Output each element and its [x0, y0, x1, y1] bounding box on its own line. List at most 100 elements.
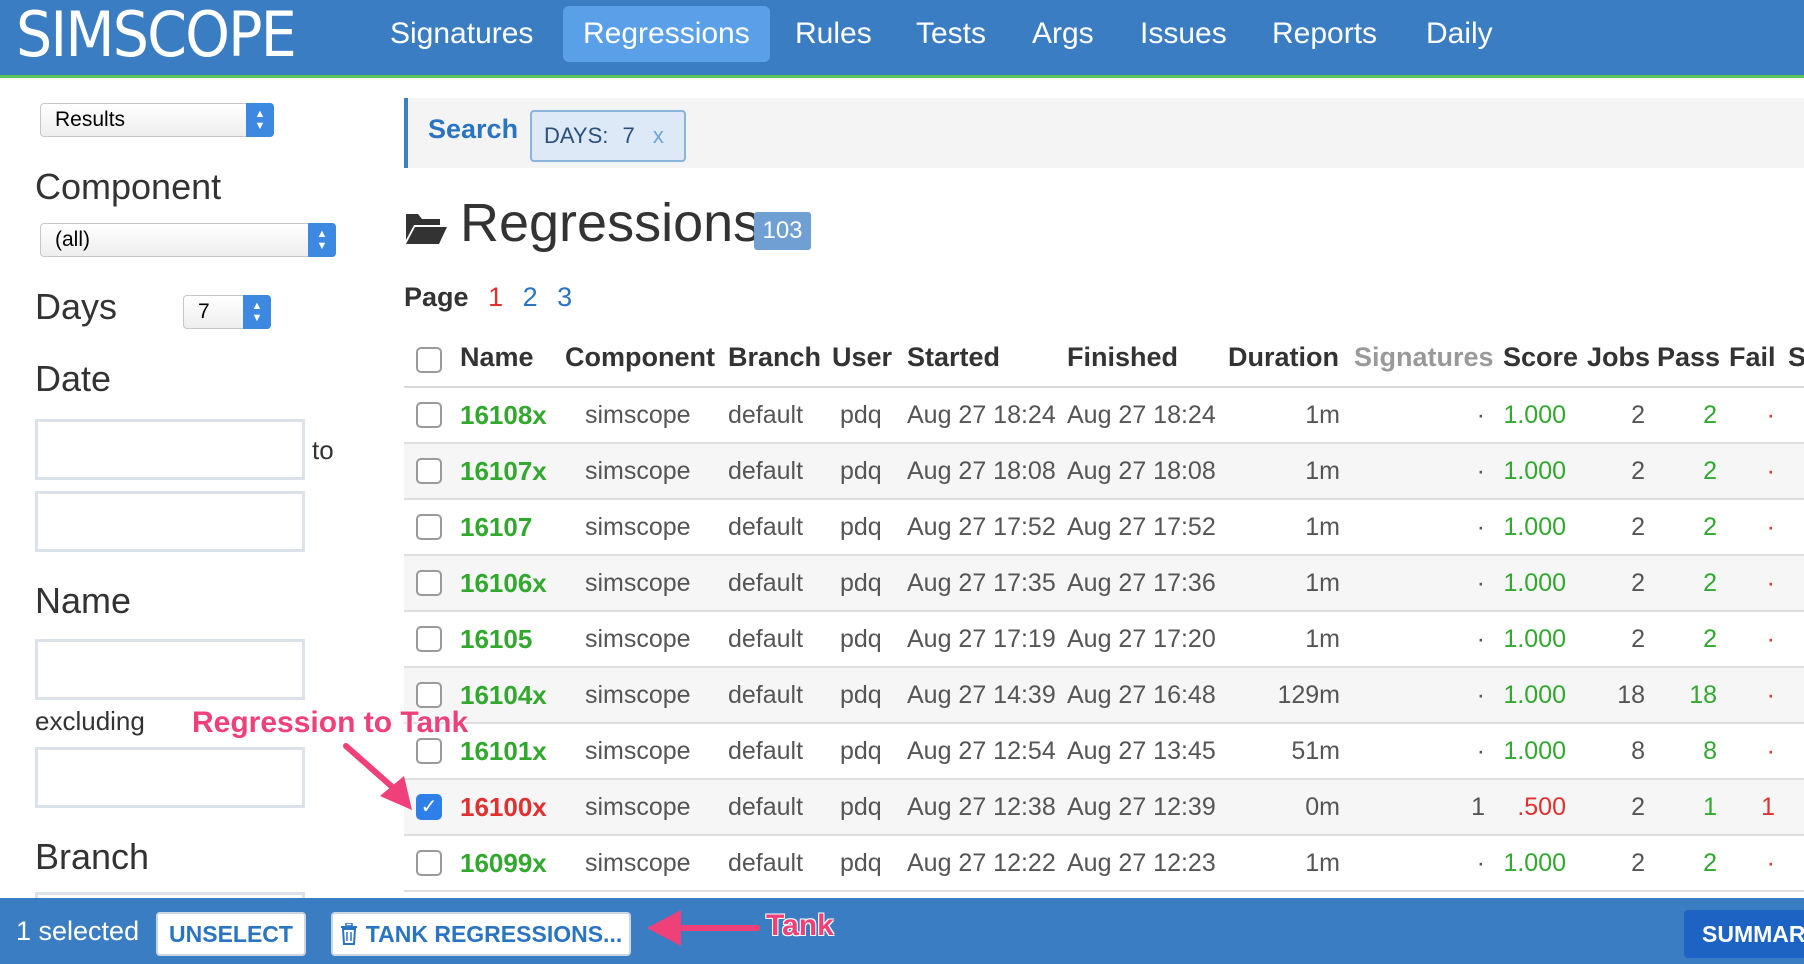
- cell-started: Aug 27 12:54: [907, 737, 1056, 765]
- chevron-updown-icon: ▲ ▼: [246, 103, 274, 137]
- table-row[interactable]: 16106x simscope default pdq Aug 27 17:35 Aug …: [404, 556, 1804, 612]
- cell-started: Aug 27 17:35: [907, 569, 1056, 597]
- col-score[interactable]: Score: [1503, 342, 1578, 373]
- unselect-button[interactable]: UNSELECT: [156, 912, 306, 956]
- cell-user: pdq: [840, 737, 882, 765]
- cell-name[interactable]: 16100x: [460, 780, 547, 834]
- col-jobs[interactable]: Jobs: [1587, 342, 1650, 373]
- cell-name[interactable]: 16108x: [460, 388, 547, 442]
- cell-name[interactable]: 16099x: [460, 836, 547, 890]
- row-checkbox[interactable]: ✓: [416, 794, 442, 820]
- summary-button[interactable]: SUMMAR: [1684, 910, 1804, 958]
- col-branch[interactable]: Branch: [728, 342, 821, 373]
- row-checkbox[interactable]: [416, 850, 442, 876]
- select-all-checkbox[interactable]: [416, 347, 442, 373]
- cell-signatures: 1: [1471, 793, 1485, 821]
- table-row[interactable]: 16104x simscope default pdq Aug 27 14:39 Aug …: [404, 668, 1804, 724]
- cell-signatures: ·: [1476, 513, 1485, 541]
- col-fail[interactable]: Fail: [1729, 342, 1776, 373]
- days-select[interactable]: 7 ▲ ▼: [183, 295, 271, 329]
- cell-fail: ·: [1766, 513, 1775, 541]
- page-link-3[interactable]: 3: [557, 282, 572, 312]
- row-checkbox[interactable]: [416, 458, 442, 484]
- col-component[interactable]: Component: [565, 342, 715, 373]
- chip-remove-icon[interactable]: x: [653, 123, 664, 148]
- cell-branch: default: [728, 569, 804, 597]
- cell-name[interactable]: 16106x: [460, 556, 547, 610]
- row-checkbox[interactable]: [416, 626, 442, 652]
- table-row[interactable]: 16108x simscope default pdq Aug 27 18:24 Aug …: [404, 388, 1804, 444]
- cell-started: Aug 27 17:19: [907, 625, 1056, 653]
- cell-branch: default: [728, 457, 804, 485]
- search-bar: Search DAYS: 7 x: [404, 98, 1804, 168]
- cell-name[interactable]: 16104x: [460, 668, 547, 722]
- nav-tests[interactable]: Tests: [896, 6, 1006, 62]
- cell-name[interactable]: 16107x: [460, 444, 547, 498]
- row-checkbox[interactable]: [416, 514, 442, 540]
- date-from-input[interactable]: [35, 419, 305, 480]
- cell-duration: 51m: [1291, 737, 1340, 765]
- row-checkbox[interactable]: [416, 402, 442, 428]
- row-checkbox[interactable]: [416, 738, 442, 764]
- page-link-1[interactable]: 1: [488, 282, 503, 312]
- col-extra[interactable]: S: [1788, 342, 1804, 373]
- cell-duration: 1m: [1305, 569, 1340, 597]
- col-name[interactable]: Name: [460, 342, 534, 373]
- view-select[interactable]: Results ▲ ▼: [40, 103, 274, 137]
- row-checkbox[interactable]: [416, 570, 442, 596]
- table-row[interactable]: 16105 simscope default pdq Aug 27 17:19 Aug 2…: [404, 612, 1804, 668]
- page-link-2[interactable]: 2: [523, 282, 538, 312]
- nav-args[interactable]: Args: [1012, 6, 1114, 62]
- col-pass[interactable]: Pass: [1657, 342, 1720, 373]
- nav-signatures[interactable]: Signatures: [370, 6, 553, 62]
- table-row[interactable]: 16099x simscope default pdq Aug 27 12:22 Aug …: [404, 836, 1804, 892]
- cell-finished: Aug 27 12:23: [1067, 849, 1216, 877]
- filter-chip-days[interactable]: DAYS: 7 x: [530, 110, 686, 162]
- tank-regressions-button[interactable]: TANK REGRESSIONS...: [331, 912, 631, 956]
- row-checkbox[interactable]: [416, 682, 442, 708]
- col-duration[interactable]: Duration: [1228, 342, 1339, 373]
- col-user[interactable]: User: [832, 342, 892, 373]
- cell-score: 1.000: [1503, 457, 1566, 485]
- date-to-input[interactable]: [35, 491, 305, 552]
- table-row[interactable]: ✓ 16100x simscope default pdq Aug 27 12:38 Aug…: [404, 780, 1804, 836]
- cell-score: 1.000: [1503, 513, 1566, 541]
- cell-user: pdq: [840, 681, 882, 709]
- table-row[interactable]: 16107 simscope default pdq Aug 27 17:52 Aug 2…: [404, 500, 1804, 556]
- component-select[interactable]: (all) ▲ ▼: [40, 223, 336, 257]
- cell-jobs: 8: [1631, 737, 1645, 765]
- cell-started: Aug 27 18:08: [907, 457, 1056, 485]
- nav-regressions[interactable]: Regressions: [563, 6, 770, 62]
- app-logo[interactable]: SIMSCOPE: [16, 4, 297, 66]
- annotation-arrow-icon: [647, 910, 760, 946]
- cell-duration: 1m: [1305, 457, 1340, 485]
- cell-name[interactable]: 16105: [460, 612, 532, 666]
- cell-name[interactable]: 16101x: [460, 724, 547, 778]
- col-started[interactable]: Started: [907, 342, 1000, 373]
- cell-name[interactable]: 16107: [460, 500, 532, 554]
- cell-started: Aug 27 12:38: [907, 793, 1056, 821]
- cell-component: simscope: [585, 625, 691, 653]
- col-finished[interactable]: Finished: [1067, 342, 1178, 373]
- chip-key: DAYS:: [544, 123, 609, 148]
- name-excluding-input[interactable]: [35, 747, 305, 808]
- nav-daily[interactable]: Daily: [1406, 6, 1513, 62]
- cell-jobs: 2: [1631, 849, 1645, 877]
- cell-duration: 1m: [1305, 849, 1340, 877]
- name-input[interactable]: [35, 639, 305, 700]
- date-label: Date: [35, 358, 112, 399]
- search-label[interactable]: Search: [428, 114, 518, 145]
- cell-pass: 2: [1703, 569, 1717, 597]
- cell-jobs: 2: [1631, 401, 1645, 429]
- cell-fail: ·: [1766, 681, 1775, 709]
- cell-signatures: ·: [1476, 457, 1485, 485]
- table-row[interactable]: 16101x simscope default pdq Aug 27 12:54 Aug …: [404, 724, 1804, 780]
- nav-rules[interactable]: Rules: [775, 6, 892, 62]
- cell-signatures: ·: [1476, 401, 1485, 429]
- table-row[interactable]: 16107x simscope default pdq Aug 27 18:08 Aug …: [404, 444, 1804, 500]
- cell-finished: Aug 27 18:08: [1067, 457, 1216, 485]
- nav-reports[interactable]: Reports: [1252, 6, 1397, 62]
- col-signatures[interactable]: Signatures: [1354, 342, 1494, 373]
- nav-issues[interactable]: Issues: [1120, 6, 1247, 62]
- cell-component: simscope: [585, 401, 691, 429]
